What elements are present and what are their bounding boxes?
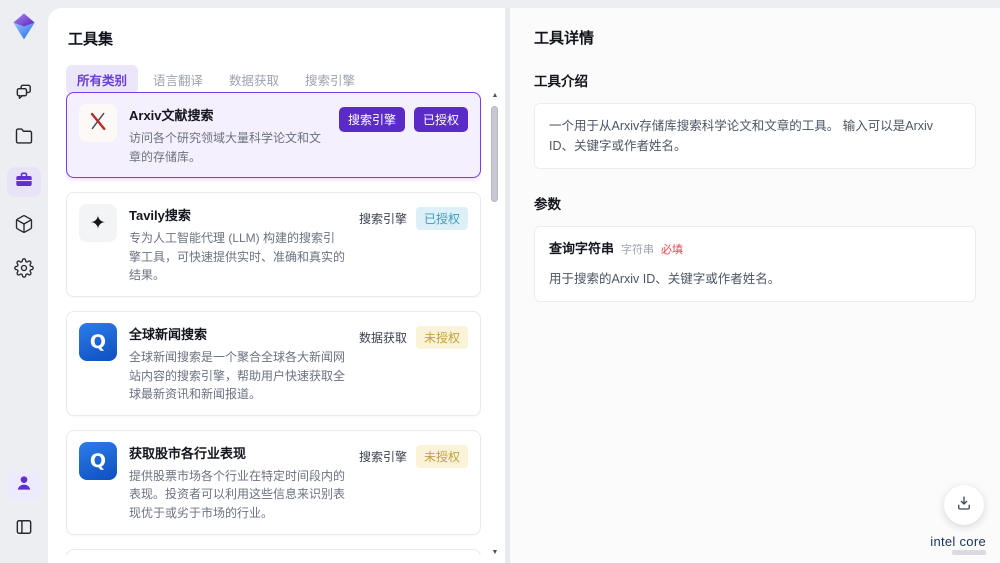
tool-status-tag: 未授权	[415, 444, 468, 468]
category-tab[interactable]: 语言翻译	[142, 65, 214, 94]
param-description: 用于搜索的Arxiv ID、关键字或作者姓名。	[549, 271, 781, 286]
arxiv-logo-icon	[86, 109, 110, 138]
tool-list-item[interactable]: Q 全球新闻搜索 全球新闻搜索是一个聚合全球各大新闻网站内容的搜索引擎，帮助用户…	[66, 310, 481, 416]
tool-name: 全球新闻搜索	[129, 326, 208, 342]
tool-tags: 搜索引擎 已授权	[358, 204, 468, 231]
sidebar-item-settings[interactable]	[7, 255, 41, 285]
user-icon	[14, 473, 34, 498]
tool-tags: 数据获取 未授权	[359, 323, 468, 349]
tool-list-item[interactable]: ✦ Tavily搜索 专为人工智能代理 (LLM) 构建的搜索引擎工具，可快速提…	[66, 192, 481, 297]
q-logo-icon: Q	[89, 449, 107, 472]
tool-detail-panel: 工具详情 工具介绍 一个用于从Arxiv存储库搜索科学论文和文章的工具。 输入可…	[510, 8, 1000, 563]
folder-icon	[14, 126, 34, 151]
main-content: 工具集 所有类别 语言翻译 数据获取 搜索引擎 Arxiv文献搜索 访问各个研究领域大…	[48, 8, 1000, 563]
tool-status-tag: 已授权	[413, 107, 468, 132]
params-heading: 参数	[534, 197, 561, 212]
tool-icon-tile: Q	[79, 441, 117, 480]
tool-list-item[interactable]: Q 获取市场最活跃股票信息 提供当天交易量最高的股票列表，投资者可以利用这些信息…	[66, 548, 481, 555]
tool-description: 全球新闻搜索是一个聚合全球各大新闻网站内容的搜索引擎，帮助用户快速获取全球最新资…	[129, 349, 346, 402]
param-box: 查询字符串 字符串 必填 用于搜索的Arxiv ID、关键字或作者姓名。	[534, 226, 976, 302]
tool-category-tag: 数据获取	[358, 330, 407, 345]
download-icon	[955, 494, 973, 517]
download-button[interactable]	[944, 485, 984, 525]
sidebar-item-toggle-panel[interactable]	[7, 514, 41, 544]
app-logo-icon	[8, 10, 40, 42]
intel-core-badge: intel core	[930, 534, 986, 555]
tool-text: Arxiv文献搜索 访问各个研究领域大量科学论文和文章的存储库。	[129, 104, 327, 166]
intel-core-sub-mark	[952, 550, 986, 555]
tool-tags: 搜索引擎 已授权	[338, 104, 468, 132]
tool-text: 全球新闻搜索 全球新闻搜索是一个聚合全球各大新闻网站内容的搜索引擎，帮助用户快速…	[129, 323, 347, 404]
sidebar-rail	[0, 0, 48, 563]
category-tab[interactable]: 所有类别	[66, 65, 139, 94]
category-tabs: 所有类别 语言翻译 数据获取 搜索引擎	[66, 65, 505, 94]
detail-title: 工具详情	[534, 30, 595, 47]
toolset-title: 工具集	[68, 31, 114, 48]
tool-name: 获取股市各行业表现	[129, 445, 247, 461]
sidebar-item-chat[interactable]	[7, 79, 41, 109]
q-logo-icon: Q	[89, 330, 107, 353]
tool-icon-tile: Q	[79, 322, 117, 361]
tool-tags: 搜索引擎 未授权	[359, 442, 468, 468]
gear-icon	[14, 257, 34, 283]
param-name: 查询字符串	[549, 241, 615, 256]
param-required-badge: 必填	[661, 244, 684, 256]
tool-text: 获取股市各行业表现 提供股票市场各个行业在特定时间段内的表现。投资者可以利用这些…	[129, 442, 347, 523]
package-icon	[14, 214, 34, 239]
scrollbar-thumb[interactable]	[491, 106, 498, 202]
tool-name: Tavily搜索	[129, 208, 191, 224]
sidebar-item-files[interactable]	[7, 123, 41, 153]
tool-icon-tile: ✦	[79, 204, 117, 243]
tool-description: 访问各个研究领域大量科学论文和文章的存储库。	[129, 131, 322, 164]
tool-text: Tavily搜索 专为人工智能代理 (LLM) 构建的搜索引擎工具，可快速提供实…	[129, 204, 347, 285]
tool-description: 提供股票市场各个行业在特定时间段内的表现。投资者可以利用这些信息来识别表现优于或…	[129, 468, 346, 520]
tool-description: 专为人工智能代理 (LLM) 构建的搜索引擎工具，可快速提供实时、准确和真实的结…	[129, 231, 346, 283]
intro-heading: 工具介绍	[534, 74, 588, 89]
tool-list-item[interactable]: Arxiv文献搜索 访问各个研究领域大量科学论文和文章的存储库。 搜索引擎 已授…	[66, 92, 481, 179]
intro-box: 一个用于从Arxiv存储库搜索科学论文和文章的工具。 输入可以是Arxiv ID…	[534, 103, 976, 169]
chat-icon	[14, 82, 34, 107]
tool-name: Arxiv文献搜索	[129, 108, 214, 123]
category-tab[interactable]: 搜索引擎	[294, 65, 366, 94]
sidebar-item-packages[interactable]	[7, 211, 41, 241]
tool-category-tag: 搜索引擎	[358, 449, 407, 464]
scrollbar[interactable]: ▲ ▼	[489, 92, 501, 557]
tool-status-tag: 已授权	[415, 207, 468, 231]
tool-category-tag: 搜索引擎	[338, 107, 405, 132]
tool-list-item[interactable]: Q 获取股市各行业表现 提供股票市场各个行业在特定时间段内的表现。投资者可以利用…	[66, 429, 481, 535]
tool-category-tag: 搜索引擎	[358, 212, 407, 227]
intel-core-logo: intel core	[930, 534, 986, 549]
tool-list: Arxiv文献搜索 访问各个研究领域大量科学论文和文章的存储库。 搜索引擎 已授…	[66, 92, 481, 555]
category-tab[interactable]: 数据获取	[218, 65, 290, 94]
tool-icon-tile	[79, 104, 117, 142]
panel-layout-icon	[14, 517, 34, 542]
toolbox-icon	[14, 170, 34, 195]
app-window: 工具集 所有类别 语言翻译 数据获取 搜索引擎 Arxiv文献搜索 访问各个研究领域大…	[0, 0, 1000, 563]
tavily-star-icon: ✦	[90, 212, 106, 234]
toolset-panel: 工具集 所有类别 语言翻译 数据获取 搜索引擎 Arxiv文献搜索 访问各个研究领域大…	[48, 8, 505, 563]
sidebar-item-account[interactable]	[7, 470, 41, 500]
param-type: 字符串	[621, 244, 655, 256]
scroll-up-arrow-icon[interactable]: ▲	[489, 92, 501, 100]
scroll-down-arrow-icon[interactable]: ▼	[489, 549, 501, 557]
tool-status-tag: 未授权	[415, 325, 468, 349]
sidebar-item-toolset[interactable]	[7, 167, 41, 197]
